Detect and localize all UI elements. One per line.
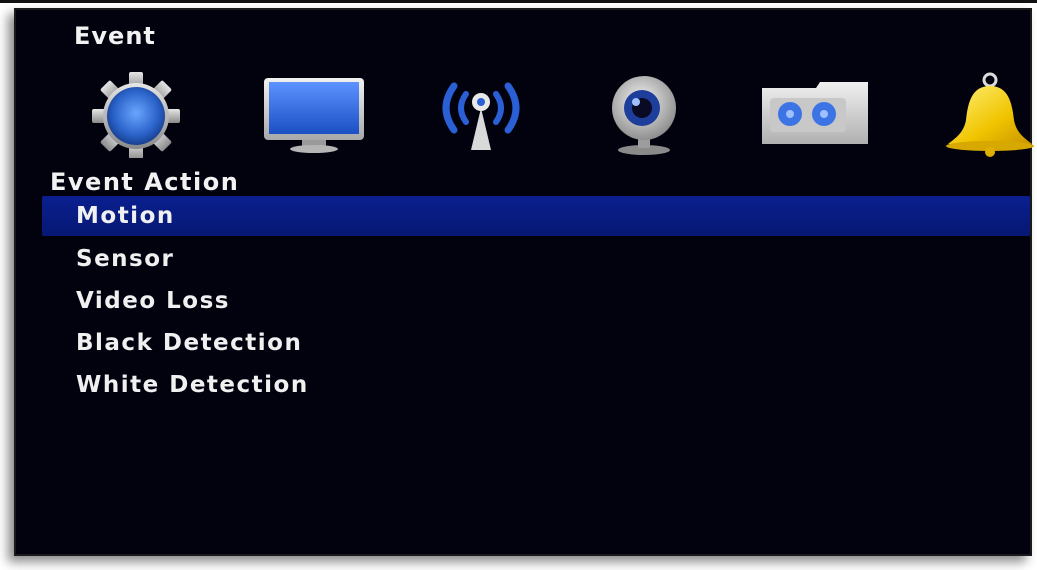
recorder-icon[interactable]: [756, 68, 876, 158]
list-item-black-detection[interactable]: Black Detection: [42, 322, 1030, 364]
event-action-list: Motion Sensor Video Loss Black Detection…: [42, 196, 1030, 406]
bell-icon[interactable]: [928, 68, 1037, 158]
list-item-sensor[interactable]: Sensor: [42, 238, 1030, 280]
menu-title: Event: [74, 22, 156, 50]
gear-icon[interactable]: [84, 68, 204, 160]
camera-icon[interactable]: [598, 68, 718, 158]
top-border: [0, 0, 1037, 3]
list-item-video-loss[interactable]: Video Loss: [42, 280, 1030, 322]
network-icon[interactable]: [416, 68, 536, 158]
monitor-icon[interactable]: [258, 68, 378, 158]
osd-menu-window: Event Event Action Motion Sensor Video L…: [14, 8, 1034, 556]
list-item-motion[interactable]: Motion: [42, 196, 1030, 236]
section-title: Event Action: [50, 168, 240, 196]
list-item-white-detection[interactable]: White Detection: [42, 364, 1030, 406]
category-icon-bar: [66, 68, 1037, 160]
